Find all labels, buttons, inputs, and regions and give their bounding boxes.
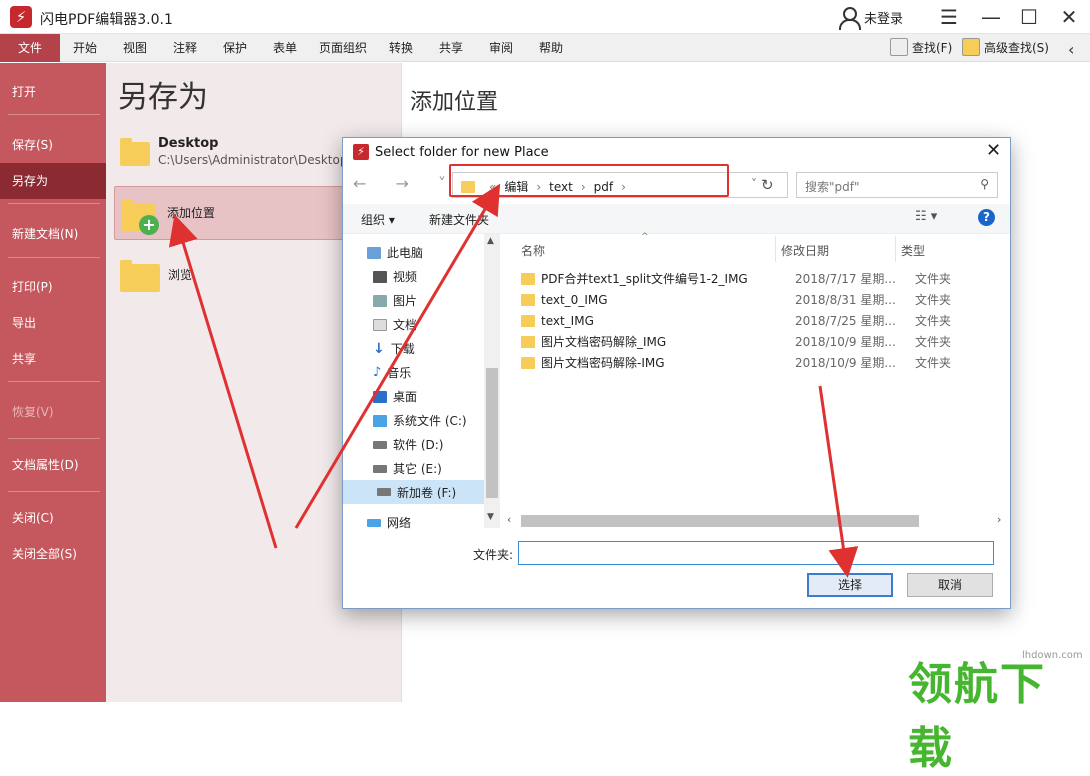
arrow <box>168 214 278 549</box>
watermark-url: lhdown.com <box>1022 650 1083 661</box>
annotation-arrows <box>168 183 859 578</box>
watermark-logo: 领航下载 <box>908 659 1046 774</box>
arrow <box>818 385 859 578</box>
arrow <box>294 183 501 529</box>
